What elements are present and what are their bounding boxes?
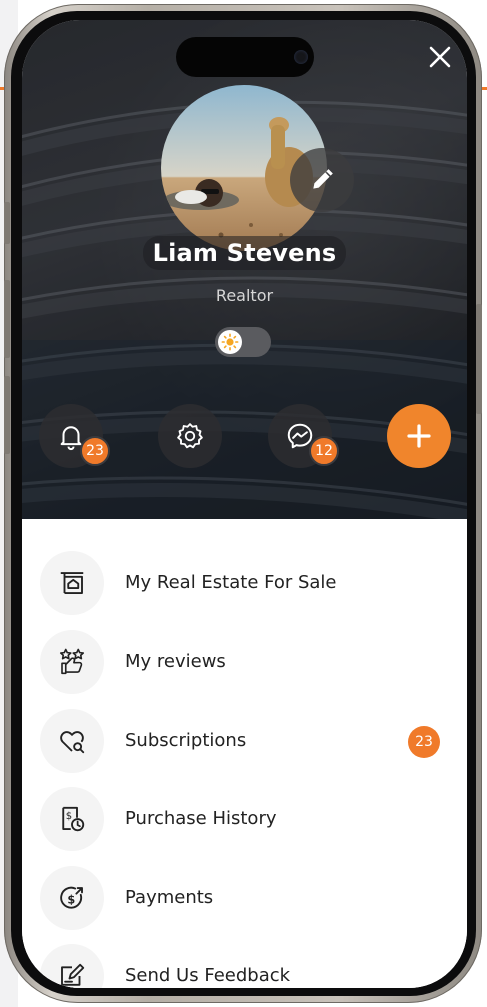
theme-toggle[interactable] bbox=[215, 327, 271, 357]
menu-label: My reviews bbox=[125, 651, 226, 672]
menu-label: Payments bbox=[125, 887, 214, 908]
dynamic-island bbox=[176, 37, 314, 77]
profile-role: Realtor bbox=[215, 286, 274, 305]
receipt-clock-icon: $ bbox=[62, 806, 85, 832]
menu-icon-circle: $ bbox=[40, 787, 104, 851]
stars-thumbs-up-icon bbox=[59, 648, 85, 675]
menu-label: Subscriptions bbox=[125, 730, 247, 751]
pencil-icon bbox=[313, 169, 333, 189]
menu-icon-circle bbox=[40, 630, 104, 694]
close-button[interactable] bbox=[425, 42, 455, 72]
profile-name-text: Liam Stevens bbox=[142, 236, 347, 270]
menu-item-reviews[interactable]: My reviews bbox=[40, 630, 450, 694]
sun-icon bbox=[221, 333, 239, 351]
profile-name: Liam Stevens bbox=[22, 236, 467, 270]
camera-icon bbox=[294, 50, 308, 64]
edit-avatar-button[interactable] bbox=[290, 148, 354, 212]
feedback-pen-icon bbox=[61, 963, 85, 986]
subscriptions-badge: 23 bbox=[408, 726, 440, 758]
heart-search-icon bbox=[60, 731, 85, 754]
notifications-badge: 23 bbox=[80, 436, 110, 466]
menu-item-real-estate[interactable]: My Real Estate For Sale bbox=[40, 551, 450, 615]
power-button bbox=[476, 304, 482, 414]
close-icon bbox=[429, 46, 451, 68]
svg-text:$: $ bbox=[66, 811, 72, 822]
menu-item-feedback[interactable]: Send Us Feedback bbox=[40, 944, 450, 988]
settings-button[interactable] bbox=[158, 404, 222, 468]
plus-icon bbox=[407, 424, 431, 448]
action-button bbox=[4, 202, 10, 244]
house-sign-icon bbox=[60, 572, 84, 594]
menu-icon-circle bbox=[40, 551, 104, 615]
menu-icon-circle: $ bbox=[40, 866, 104, 930]
dollar-circle-icon: $ bbox=[60, 886, 83, 909]
menu-item-purchase-history[interactable]: $ Purchase History bbox=[40, 787, 450, 851]
volume-up-button bbox=[4, 280, 10, 358]
gear-icon bbox=[177, 423, 203, 449]
menu-icon-circle bbox=[40, 709, 104, 773]
volume-down-button bbox=[4, 376, 10, 454]
menu-item-payments[interactable]: $ Payments bbox=[40, 866, 450, 930]
menu-label: Purchase History bbox=[125, 808, 277, 829]
add-button[interactable] bbox=[387, 404, 451, 468]
menu-label: Send Us Feedback bbox=[125, 965, 291, 986]
menu-icon-circle bbox=[40, 944, 104, 988]
menu-label: My Real Estate For Sale bbox=[125, 572, 337, 593]
svg-text:$: $ bbox=[67, 893, 75, 906]
profile-menu: My Real Estate For Sale My reviews Subsc… bbox=[22, 519, 467, 988]
messages-badge: 12 bbox=[309, 436, 339, 466]
menu-item-subscriptions[interactable]: Subscriptions 23 bbox=[40, 709, 450, 773]
phone-screen: Liam Stevens Realtor 23 12 My Real Estat… bbox=[22, 20, 467, 988]
toggle-knob bbox=[218, 330, 242, 354]
